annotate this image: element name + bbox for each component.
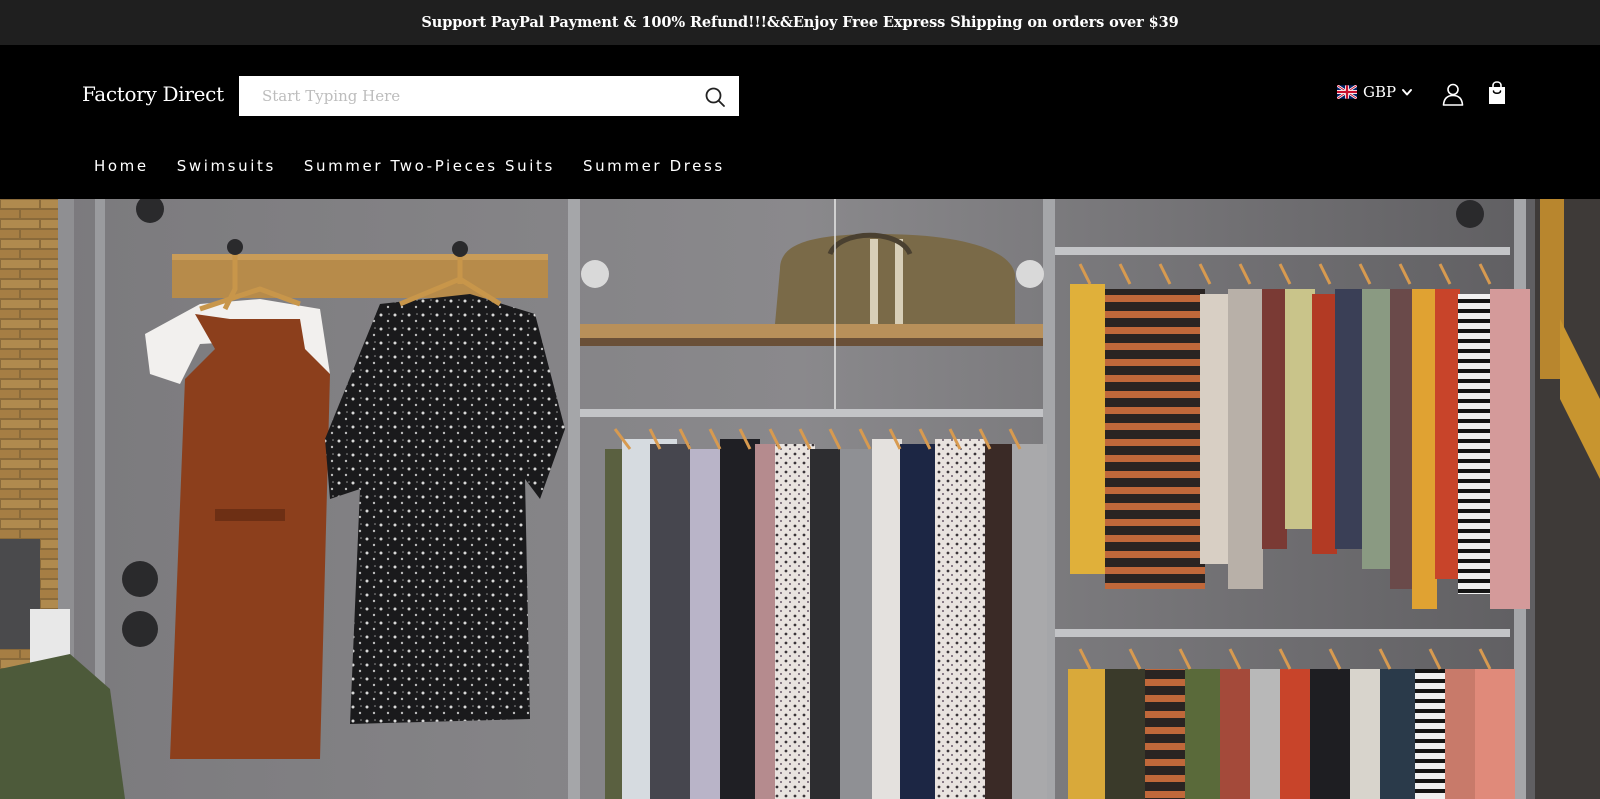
nav-item-summer-dress[interactable]: Summer Dress [583, 157, 725, 175]
nav-item-summer-two-pieces-suits[interactable]: Summer Two-Pieces Suits [304, 157, 555, 175]
main-nav: Home Swimsuits Summer Two-Pieces Suits S… [80, 157, 739, 175]
nav-item-home[interactable]: Home [94, 157, 149, 175]
announcement-text: Support PayPal Payment & 100% Refund!!!&… [421, 14, 1179, 31]
user-icon[interactable] [1441, 82, 1465, 106]
chevron-down-icon [1402, 89, 1413, 96]
shopping-bag-icon[interactable] [1486, 81, 1508, 105]
site-header: Factory Direct GBP Home Swimsuits Su [0, 45, 1600, 199]
search-input[interactable] [239, 76, 679, 116]
nav-item-swimsuits[interactable]: Swimsuits [177, 157, 276, 175]
site-logo[interactable]: Factory Direct [82, 82, 224, 106]
currency-selector[interactable]: GBP [1337, 83, 1413, 101]
uk-flag-icon [1337, 85, 1357, 99]
search-bar [239, 76, 739, 116]
search-icon[interactable] [703, 85, 727, 109]
hero-banner[interactable] [0, 199, 1600, 799]
announcement-bar: Support PayPal Payment & 100% Refund!!!&… [0, 0, 1600, 45]
currency-code: GBP [1363, 83, 1397, 101]
hero-image [0, 199, 1600, 799]
